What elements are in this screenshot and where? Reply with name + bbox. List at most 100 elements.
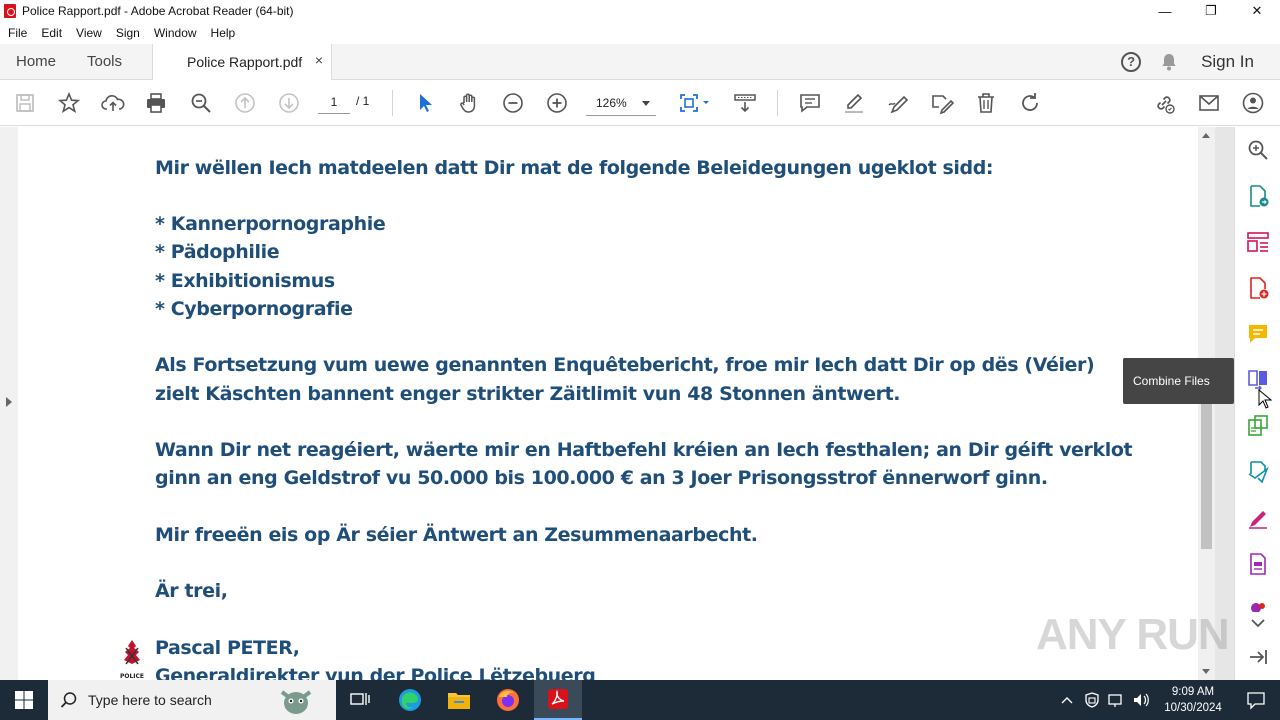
share-link-icon[interactable] bbox=[1152, 91, 1176, 115]
create-pdf-icon[interactable] bbox=[1246, 276, 1270, 300]
doc-line: Pascal PETER, bbox=[155, 637, 300, 659]
clock[interactable]: 9:09 AM 10/30/2024 bbox=[1158, 684, 1228, 716]
star-bookmark-icon[interactable] bbox=[57, 91, 81, 115]
edge-browser-button[interactable] bbox=[386, 680, 434, 720]
scroll-mode-icon[interactable] bbox=[733, 91, 757, 115]
close-window-button[interactable]: ✕ bbox=[1234, 0, 1280, 22]
menu-bar: File Edit View Sign Window Help bbox=[0, 22, 1280, 44]
edit-stamp-icon[interactable] bbox=[930, 91, 955, 115]
zoom-out-icon[interactable] bbox=[501, 91, 525, 115]
right-tools-panel bbox=[1234, 127, 1280, 680]
firefox-icon bbox=[497, 689, 519, 711]
toolbar-separator bbox=[777, 90, 778, 116]
menu-help[interactable]: Help bbox=[211, 26, 236, 40]
tab-document[interactable]: Police Rapport.pdf × bbox=[152, 44, 332, 81]
comment-tool-icon[interactable] bbox=[1246, 322, 1270, 346]
scroll-down-arrow-icon[interactable] bbox=[1202, 669, 1210, 674]
zoom-tool-icon[interactable] bbox=[1246, 138, 1270, 162]
user-share-icon[interactable] bbox=[1241, 91, 1265, 115]
menu-sign[interactable]: Sign bbox=[116, 26, 140, 40]
notifications-icon bbox=[1247, 692, 1265, 710]
comment-icon[interactable] bbox=[798, 91, 822, 115]
previous-page-icon[interactable] bbox=[233, 91, 257, 115]
tab-bar-right: ? Sign In bbox=[1121, 44, 1280, 80]
clock-time: 9:09 AM bbox=[1171, 686, 1215, 698]
export-pdf-icon[interactable] bbox=[1246, 184, 1270, 208]
upload-cloud-icon[interactable] bbox=[101, 91, 125, 115]
print-icon[interactable] bbox=[144, 91, 168, 115]
search-placeholder: Type here to search bbox=[88, 692, 212, 708]
fill-sign-icon[interactable] bbox=[1246, 506, 1270, 530]
task-view-button[interactable] bbox=[336, 680, 384, 720]
zoom-search-icon[interactable] bbox=[189, 91, 213, 115]
minimize-button[interactable]: — bbox=[1142, 0, 1188, 22]
clock-date: 10/30/2024 bbox=[1164, 702, 1222, 714]
acrobat-app-icon bbox=[4, 4, 16, 18]
volume-icon bbox=[1134, 693, 1149, 707]
doc-line: zielt Käschten bannent enger strikter Zä… bbox=[155, 383, 901, 405]
rotate-icon[interactable] bbox=[1018, 91, 1042, 115]
document-form-icon[interactable] bbox=[1246, 552, 1270, 576]
menu-view[interactable]: View bbox=[76, 26, 102, 40]
tab-tools[interactable]: Tools bbox=[87, 44, 122, 80]
system-tray: 9:09 AM 10/30/2024 bbox=[1060, 680, 1280, 720]
task-view-icon bbox=[350, 693, 370, 705]
chevron-down-icon[interactable] bbox=[1246, 612, 1270, 628]
doc-line: Als Fortsetzung vum uewe genannten Enquê… bbox=[155, 354, 1095, 376]
tab-home[interactable]: Home bbox=[16, 44, 56, 80]
edit-pdf-icon[interactable] bbox=[1246, 414, 1270, 438]
collapse-panel-icon[interactable] bbox=[1246, 645, 1270, 669]
tab-document-label: Police Rapport.pdf bbox=[187, 54, 303, 70]
menu-window[interactable]: Window bbox=[154, 26, 197, 40]
chevron-down-icon bbox=[642, 101, 650, 106]
page-fit-icon[interactable] bbox=[677, 91, 713, 115]
zoom-in-icon[interactable] bbox=[545, 91, 569, 115]
hand-tool-icon[interactable] bbox=[457, 91, 481, 115]
send-for-review-icon[interactable] bbox=[1246, 460, 1270, 484]
folder-icon bbox=[448, 693, 470, 709]
firefox-button[interactable] bbox=[484, 680, 532, 720]
file-explorer-button[interactable] bbox=[435, 680, 483, 720]
email-icon[interactable] bbox=[1197, 91, 1221, 115]
page-number-input[interactable]: 1 bbox=[318, 90, 350, 114]
network-icon bbox=[1108, 694, 1122, 707]
menu-file[interactable]: File bbox=[8, 26, 27, 40]
menu-edit[interactable]: Edit bbox=[41, 26, 62, 40]
highlight-pen-icon[interactable] bbox=[842, 91, 866, 115]
tab-bar: Home Tools Police Rapport.pdf × ? Sign I… bbox=[0, 44, 1280, 81]
help-icon[interactable]: ? bbox=[1121, 52, 1142, 72]
organize-pages-icon[interactable] bbox=[1246, 230, 1270, 254]
police-logo: POLICE bbox=[117, 638, 147, 680]
taskbar-search-box[interactable]: Type here to search bbox=[48, 680, 336, 720]
mouse-cursor-icon bbox=[1258, 388, 1273, 409]
doc-line: * Exhibitionismus bbox=[155, 270, 335, 292]
sign-in-button[interactable]: Sign In bbox=[1201, 52, 1254, 72]
acrobat-taskbar-button[interactable] bbox=[534, 680, 582, 720]
edge-icon bbox=[399, 689, 421, 711]
left-panel-toggle[interactable] bbox=[0, 127, 18, 680]
draw-sign-icon[interactable] bbox=[886, 91, 910, 115]
save-icon[interactable] bbox=[13, 91, 37, 115]
next-page-icon[interactable] bbox=[277, 91, 301, 115]
tab-close-icon[interactable]: × bbox=[315, 52, 323, 68]
more-tools-icon[interactable] bbox=[1246, 598, 1270, 612]
doc-line: Är trei, bbox=[155, 580, 228, 602]
toolbar-separator bbox=[392, 90, 393, 116]
window-controls: — ❐ ✕ bbox=[1142, 0, 1280, 22]
doc-line: Wann Dir net reagéiert, wäerte mir en Ha… bbox=[155, 439, 1133, 461]
maximize-button[interactable]: ❐ bbox=[1188, 0, 1234, 22]
scrollbar-thumb[interactable] bbox=[1201, 397, 1212, 549]
doc-line: * Kannerpornographie bbox=[155, 213, 386, 235]
scroll-up-arrow-icon[interactable] bbox=[1202, 133, 1210, 138]
delete-trash-icon[interactable] bbox=[974, 91, 998, 115]
zoom-level-dropdown[interactable]: 126% bbox=[586, 90, 656, 116]
tray-expand-chevron-icon bbox=[1061, 697, 1073, 704]
doc-line: Generaldirekter vun der Police Lëtzebuer… bbox=[155, 665, 596, 680]
window-title: Police Rapport.pdf - Adobe Acrobat Reade… bbox=[22, 4, 294, 18]
search-highlight-icon bbox=[280, 690, 312, 714]
notification-bell-icon[interactable] bbox=[1161, 53, 1177, 71]
start-button[interactable] bbox=[0, 680, 48, 720]
windows-logo-icon bbox=[15, 691, 33, 709]
select-cursor-icon[interactable] bbox=[413, 91, 437, 115]
doc-line: * Pädophilie bbox=[155, 241, 280, 263]
